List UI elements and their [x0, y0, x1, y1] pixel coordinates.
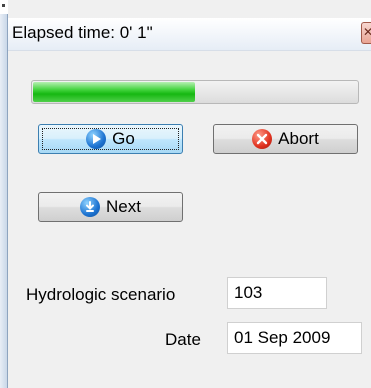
play-circle-icon [86, 129, 107, 149]
hydrologic-scenario-label: Hydrologic scenario [26, 285, 176, 304]
progress-bar-fill [33, 82, 195, 102]
date-label: Date [165, 330, 201, 349]
close-button[interactable]: ✕ [361, 22, 371, 44]
progress-bar [31, 80, 359, 104]
date-field[interactable]: 01 Sep 2009 [227, 322, 362, 354]
abort-button-label: Abort [278, 129, 319, 148]
progress-dialog: Elapsed time: 0' 1" ✕ Go Abort Next Hydr… [8, 0, 371, 388]
go-button[interactable]: Go [38, 124, 183, 154]
title-bar[interactable]: Elapsed time: 0' 1" ✕ [8, 18, 371, 51]
window-title: Elapsed time: 0' 1" [12, 23, 153, 42]
next-button-label: Next [106, 197, 141, 216]
go-button-label: Go [112, 129, 135, 148]
close-icon: ✕ [363, 24, 371, 40]
resize-grip [2, 4, 5, 7]
window-frame-edge [0, 14, 8, 388]
abort-button[interactable]: Abort [213, 124, 358, 154]
next-circle-icon [80, 197, 101, 217]
close-circle-icon [252, 129, 273, 149]
next-button[interactable]: Next [38, 192, 183, 222]
hydrologic-scenario-field[interactable]: 103 [227, 277, 327, 309]
